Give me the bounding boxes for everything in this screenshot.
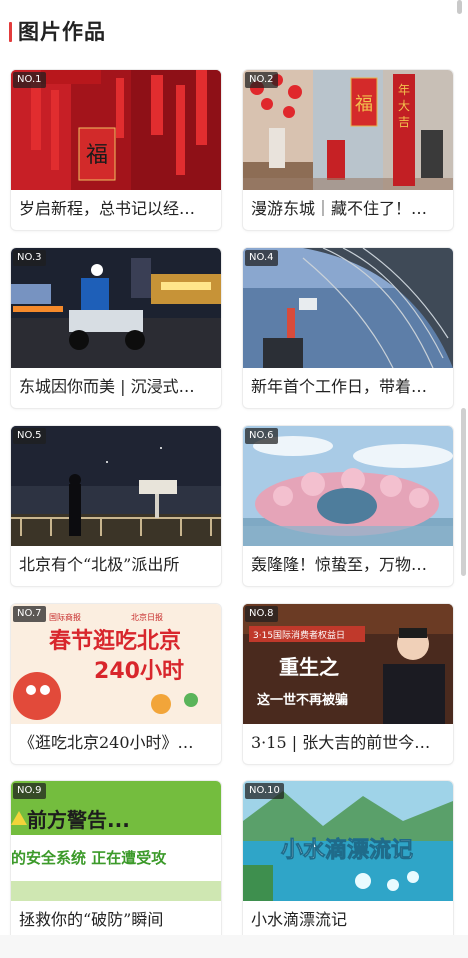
scrollbar-top[interactable]	[457, 0, 462, 14]
rank-badge: NO.6	[245, 428, 278, 444]
rank-badge: NO.7	[13, 606, 46, 622]
card-caption[interactable]: 新年首个工作日，带着…	[251, 368, 447, 406]
bottom-edge	[0, 935, 468, 958]
card-caption[interactable]: 北京有个“北极”派出所	[19, 546, 215, 584]
card-caption[interactable]: 小水滴漂流记	[251, 901, 447, 939]
image-text: 的安全系统 正在遭受攻	[11, 849, 167, 867]
card-caption[interactable]: 拯救你的“破防”瞬间	[19, 901, 215, 939]
photo-card[interactable]: NO.4 新年首个工作日，带着…	[243, 248, 453, 408]
rank-badge: NO.5	[13, 428, 46, 444]
photo-thumbnail[interactable]: 前方警告... 的安全系统 正在遭受攻	[11, 781, 221, 901]
photo-card[interactable]: NO.6 轰隆隆！惊蛰至，万物…	[243, 426, 453, 586]
image-text: 春节逛吃北京	[49, 628, 181, 654]
photo-thumbnail[interactable]	[243, 426, 453, 546]
card-caption[interactable]: 东城因你而美 | 沉浸式…	[19, 368, 215, 406]
photo-card[interactable]: 福 NO.1 岁启新程，总书记以经…	[11, 70, 221, 230]
photo-thumbnail[interactable]: 小水滴漂流记	[243, 781, 453, 901]
image-text: 年	[398, 83, 410, 97]
photo-thumbnail[interactable]	[11, 248, 221, 368]
photo-card[interactable]: NO.5 北京有个“北极”派出所	[11, 426, 221, 586]
image-text: 重生之	[279, 655, 339, 679]
rank-badge: NO.1	[13, 72, 46, 88]
section-header: 图片作品	[0, 0, 468, 62]
photo-thumbnail[interactable]: 国际商报 北京日报 春节逛吃北京 240小时	[11, 604, 221, 724]
rank-badge: NO.3	[13, 250, 46, 266]
card-caption[interactable]: 《逛吃北京240小时》…	[19, 724, 215, 762]
scrollbar-thumb[interactable]	[461, 408, 466, 576]
photo-card[interactable]: 小水滴漂流记 NO.10 小水滴漂流记	[243, 781, 453, 941]
photo-thumbnail[interactable]: 福	[11, 70, 221, 190]
photo-card[interactable]: 国际商报 北京日报 春节逛吃北京 240小时 NO.7 《逛吃北京240小时》…	[11, 604, 221, 764]
image-text: 240小时	[94, 659, 184, 684]
section-title: 图片作品	[18, 20, 106, 44]
photo-thumbnail[interactable]	[11, 426, 221, 546]
rank-badge: NO.8	[245, 606, 278, 622]
photo-card[interactable]: 前方警告... 的安全系统 正在遭受攻 NO.9 拯救你的“破防”瞬间	[11, 781, 221, 941]
card-caption[interactable]: 岁启新程，总书记以经…	[19, 190, 215, 228]
image-text: 3·15国际消费者权益日	[253, 629, 345, 641]
svg-text:福: 福	[86, 143, 108, 168]
section-accent-bar	[9, 22, 12, 42]
image-text: 北京日报	[131, 612, 163, 622]
rank-badge: NO.9	[13, 783, 46, 799]
image-text: 大	[398, 99, 410, 113]
image-text: 前方警告...	[27, 808, 130, 832]
photo-card[interactable]: 福 年 大 吉 NO.2 漫游东城｜藏不住了！…	[243, 70, 453, 230]
photo-thumbnail[interactable]: 福 年 大 吉	[243, 70, 453, 190]
photo-card[interactable]: 3·15国际消费者权益日 重生之 这一世不再被骗 NO.8 3·15 | 张大吉…	[243, 604, 453, 764]
photo-thumbnail[interactable]: 3·15国际消费者权益日 重生之 这一世不再被骗	[243, 604, 453, 724]
rank-badge: NO.4	[245, 250, 278, 266]
rank-badge: NO.10	[245, 783, 284, 799]
image-text: 福	[355, 94, 373, 115]
photo-thumbnail[interactable]	[243, 248, 453, 368]
image-text: 这一世不再被骗	[257, 692, 348, 708]
photo-card[interactable]: NO.3 东城因你而美 | 沉浸式…	[11, 248, 221, 408]
image-text: 小水滴漂流记	[281, 837, 413, 863]
rank-badge: NO.2	[245, 72, 278, 88]
card-caption[interactable]: 漫游东城｜藏不住了！…	[251, 190, 447, 228]
card-caption[interactable]: 轰隆隆！惊蛰至，万物…	[251, 546, 447, 584]
card-caption[interactable]: 3·15 | 张大吉的前世今…	[251, 724, 447, 762]
image-text: 吉	[398, 115, 410, 129]
image-text: 国际商报	[49, 612, 81, 622]
